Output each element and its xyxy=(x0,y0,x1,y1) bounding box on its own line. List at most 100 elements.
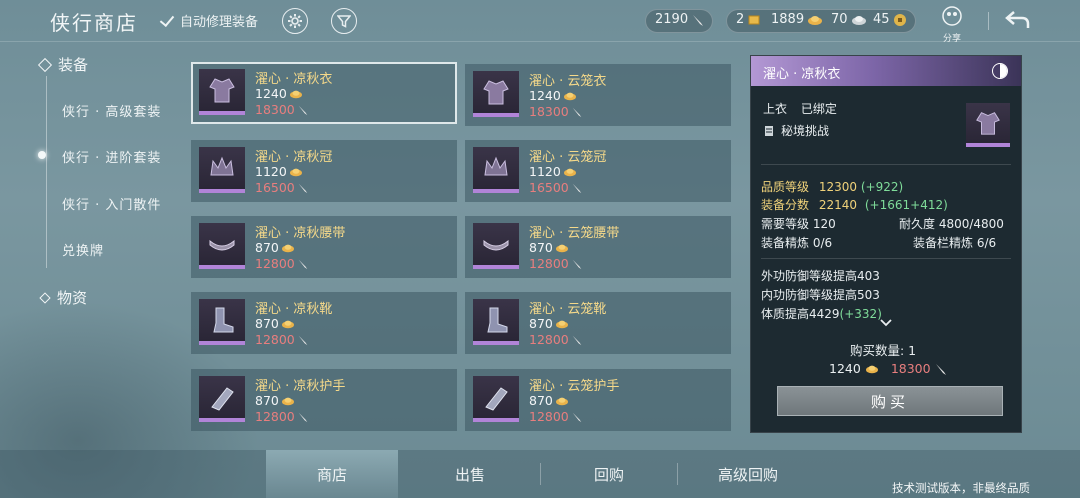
detail-stat: 外功防御等级提高403 xyxy=(761,269,880,283)
nav-category-goods[interactable]: 物资 xyxy=(39,287,87,308)
currency-2-value: 2 xyxy=(736,12,745,27)
item-thumbnail xyxy=(473,299,519,345)
gold-ingot-icon xyxy=(555,320,568,328)
item-name: 濯心 · 云笼护手 xyxy=(529,379,620,394)
detail-source: 秘境挑战 xyxy=(781,124,830,138)
currency-silver-note: 2190 xyxy=(655,12,705,27)
crown-icon xyxy=(484,156,508,176)
item-price-note: 18300 xyxy=(529,104,583,119)
item-card[interactable]: 濯心 · 云笼靴 870 12800 xyxy=(465,292,731,354)
brush-icon xyxy=(298,335,308,345)
gold-ingot-icon xyxy=(281,320,294,328)
diamond-icon xyxy=(39,291,51,304)
gold-bar-icon xyxy=(748,15,760,24)
item-card[interactable]: 濯心 · 凉秋冠 1120 16500 xyxy=(191,140,457,202)
top-bar: 侠行商店 自动修理装备 2190 2 1889 70 45 分享 xyxy=(0,0,1080,44)
gold-ingot-icon xyxy=(281,397,294,405)
item-price-ingot-value: 870 xyxy=(255,393,279,408)
item-thumbnail xyxy=(473,71,519,117)
item-card[interactable]: 濯心 · 凉秋腰带 870 12800 xyxy=(191,216,457,278)
boot-icon xyxy=(213,307,234,333)
page-title: 侠行商店 xyxy=(50,11,138,35)
detail-header: 濯心 · 凉秋衣 xyxy=(751,56,1021,86)
item-price-ingot: 870 xyxy=(529,316,569,331)
compare-toggle-icon[interactable] xyxy=(992,63,1008,79)
item-card[interactable]: 濯心 · 云笼冠 1120 16500 xyxy=(465,140,731,202)
tab-separator xyxy=(540,463,541,485)
gauntlet-icon xyxy=(485,387,508,411)
cost-note-value: 18300 xyxy=(890,361,931,376)
detail-req-level: 需要等级 120 xyxy=(761,217,836,231)
detail-stat: 体质提高4429(+332) xyxy=(761,305,882,322)
item-price-note: 12800 xyxy=(529,256,583,271)
buy-button[interactable]: 购买 xyxy=(777,386,1003,416)
filter-icon xyxy=(337,15,351,28)
item-name: 濯心 · 凉秋靴 xyxy=(255,302,333,317)
brush-icon xyxy=(298,105,308,115)
quality-value: 12300 xyxy=(818,180,858,194)
boot-icon xyxy=(487,307,508,333)
item-price-ingot: 1240 xyxy=(255,86,303,101)
back-arrow-icon xyxy=(1005,11,1030,28)
belt-icon xyxy=(209,239,235,251)
item-card[interactable]: 濯心 · 凉秋衣 1240 18300 xyxy=(191,62,457,124)
detail-source-row: 秘境挑战 xyxy=(763,122,829,139)
share-button[interactable]: 分享 xyxy=(938,6,966,44)
item-thumbnail xyxy=(199,69,245,115)
item-thumbnail xyxy=(473,376,519,422)
item-price-ingot-value: 870 xyxy=(529,240,553,255)
item-thumbnail xyxy=(199,223,245,269)
item-name: 濯心 · 云笼靴 xyxy=(529,302,607,317)
item-price-note-value: 16500 xyxy=(529,180,569,195)
detail-stat-main: 体质提高4429 xyxy=(761,307,840,321)
crown-icon xyxy=(210,156,234,176)
item-card[interactable]: 濯心 · 云笼护手 870 12800 xyxy=(465,369,731,431)
item-name: 濯心 · 云笼腰带 xyxy=(529,226,620,241)
auto-repair-toggle[interactable]: 自动修理装备 xyxy=(158,11,258,30)
detail-slot-refine: 装备栏精炼 6/6 xyxy=(913,236,997,250)
detail-quality-row: 品质等级 12300 (+922) xyxy=(761,178,903,195)
nav-category-equipment[interactable]: 装备 xyxy=(37,54,88,75)
item-price-ingot: 870 xyxy=(255,393,295,408)
nav-item-exchange-token[interactable]: 兑换牌 xyxy=(62,240,104,259)
robe-icon xyxy=(976,112,1000,135)
nav-item-intermediate-set[interactable]: 侠行 · 进阶套装 xyxy=(37,147,161,166)
quality-bonus: (+922) xyxy=(860,180,904,194)
gold-ingot-icon xyxy=(555,244,568,252)
item-price-ingot-value: 870 xyxy=(255,240,279,255)
item-price-ingot: 870 xyxy=(255,240,295,255)
item-card[interactable]: 濯心 · 凉秋护手 870 12800 xyxy=(191,369,457,431)
item-detail-panel: 濯心 · 凉秋衣 上衣 已绑定 秘境挑战 品质等级 12300 (+922) 装… xyxy=(750,55,1022,433)
share-label: 分享 xyxy=(942,34,961,44)
tab-shop[interactable]: 商店 xyxy=(266,450,398,498)
item-card[interactable]: 濯心 · 云笼腰带 870 12800 xyxy=(465,216,731,278)
item-price-ingot-value: 870 xyxy=(255,316,279,331)
tab-advanced-buyback[interactable]: 高级回购 xyxy=(682,450,814,498)
share-icon xyxy=(942,6,962,26)
item-price-ingot-value: 870 xyxy=(529,316,553,331)
item-price-ingot: 1240 xyxy=(529,88,577,103)
item-price-note-value: 12800 xyxy=(255,256,295,271)
brush-icon xyxy=(572,107,582,117)
item-thumbnail xyxy=(199,147,245,193)
item-name: 濯心 · 云笼冠 xyxy=(529,150,607,165)
tab-buyback[interactable]: 回购 xyxy=(543,450,675,498)
gold-ingot-icon xyxy=(865,365,878,373)
tab-sell[interactable]: 出售 xyxy=(404,450,536,498)
item-card[interactable]: 濯心 · 云笼衣 1240 18300 xyxy=(465,64,731,126)
nav-item-starter-pieces[interactable]: 侠行 · 入门散件 xyxy=(62,194,161,213)
settings-button[interactable] xyxy=(282,8,308,34)
nav-item-advanced-set[interactable]: 侠行 · 高级套装 xyxy=(62,101,161,120)
detail-thumbnail xyxy=(966,103,1010,147)
gold-ingot-icon xyxy=(563,92,576,100)
back-button[interactable] xyxy=(1004,8,1032,32)
score-bonus: (+1661+412) xyxy=(864,198,948,212)
item-price-note: 12800 xyxy=(529,332,583,347)
filter-button[interactable] xyxy=(331,8,357,34)
item-price-note-value: 12800 xyxy=(255,409,295,424)
item-card[interactable]: 濯心 · 凉秋靴 870 12800 xyxy=(191,292,457,354)
quality-label: 品质等级 xyxy=(761,180,810,194)
item-price-ingot: 870 xyxy=(255,316,295,331)
diamond-icon xyxy=(37,57,53,72)
chevron-down-icon[interactable] xyxy=(879,318,893,328)
